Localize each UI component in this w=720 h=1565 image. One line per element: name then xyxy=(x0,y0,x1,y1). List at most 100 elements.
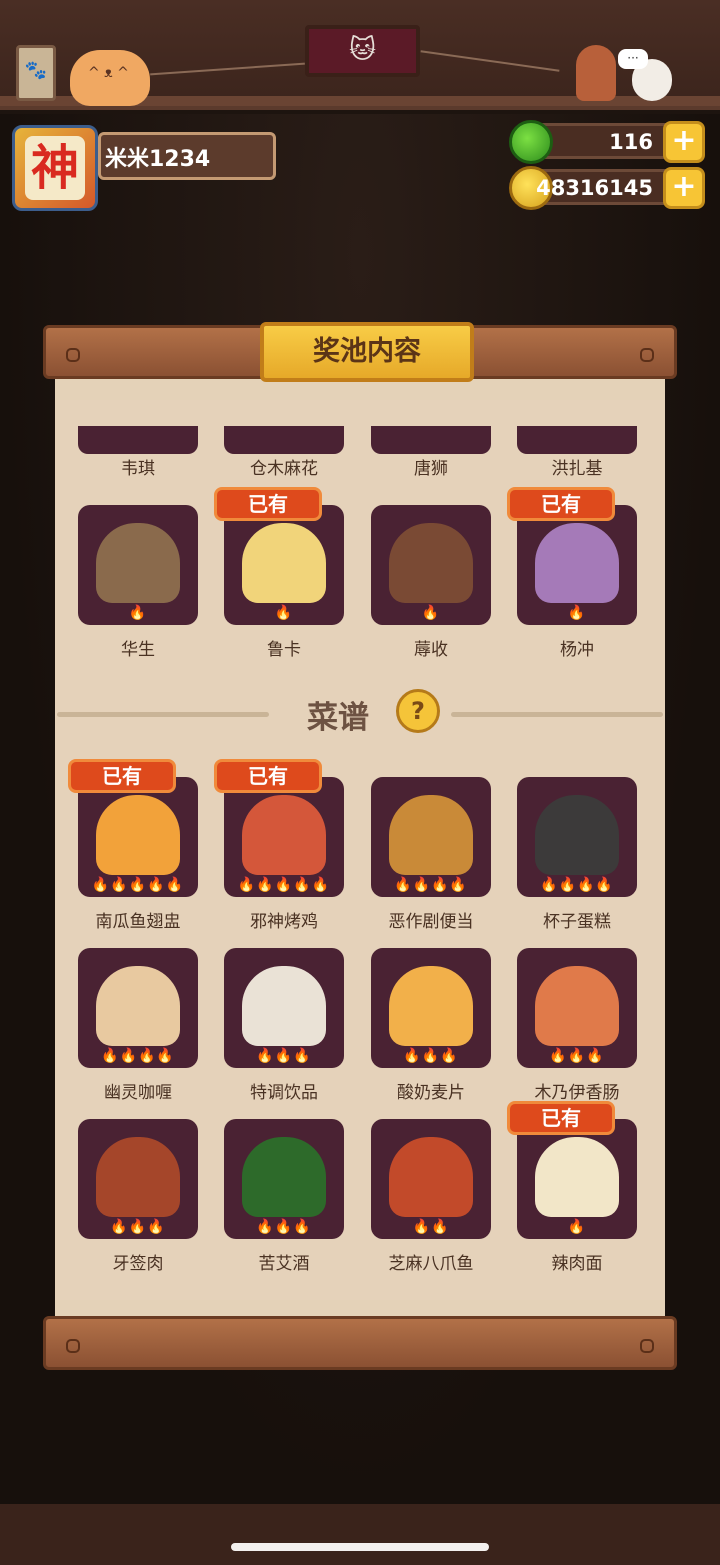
scroll-bottom-bar xyxy=(43,1316,677,1370)
character-art xyxy=(535,523,619,603)
partial-card[interactable] xyxy=(517,426,637,454)
partial-card-label: 仓木麻花 xyxy=(250,459,318,479)
npc-characters: ··· xyxy=(556,45,686,105)
recipe-art xyxy=(389,795,473,875)
gem-amount: 116 xyxy=(609,130,653,154)
recipe-card[interactable]: 🔥🔥🔥🔥 xyxy=(78,948,198,1068)
owned-badge: 已有 xyxy=(68,759,176,793)
player-name-box: 米米1234 xyxy=(98,132,276,180)
recipe-name: 酸奶麦片 xyxy=(397,1083,465,1103)
rarity-flames-icon: 🔥🔥🔥🔥🔥 xyxy=(91,877,185,893)
character-card[interactable]: 🔥 xyxy=(224,505,344,625)
character-name: 华生 xyxy=(121,640,155,660)
recipe-card[interactable]: 🔥🔥🔥🔥 xyxy=(517,777,637,897)
gem-counter: 116 + xyxy=(509,120,705,164)
orange-cat xyxy=(70,50,150,106)
partial-card-label: 韦琪 xyxy=(121,459,155,479)
partial-card-label: 唐狮 xyxy=(414,459,448,479)
character-card[interactable]: 🔥 xyxy=(371,505,491,625)
owned-badge: 已有 xyxy=(214,487,322,521)
owned-badge: 已有 xyxy=(507,487,615,521)
recipe-name: 牙签肉 xyxy=(112,1254,164,1274)
recipe-card[interactable]: 🔥🔥🔥 xyxy=(78,1119,198,1239)
recipe-name: 特调饮品 xyxy=(250,1083,318,1103)
rarity-flames-icon: 🔥 xyxy=(421,605,441,621)
cat-icon: 🐱 xyxy=(348,35,377,65)
recipe-name: 南瓜鱼翅盅 xyxy=(95,912,181,932)
add-coins-button[interactable]: + xyxy=(663,167,705,209)
recipe-card[interactable]: 🔥🔥🔥🔥🔥 xyxy=(78,777,198,897)
rarity-flames-icon: 🔥🔥🔥🔥🔥 xyxy=(237,877,331,893)
bottom-floor xyxy=(0,1504,720,1565)
divider-right xyxy=(451,712,663,717)
recipe-art xyxy=(96,795,180,875)
character-art xyxy=(389,523,473,603)
popup-title: 奖池内容 xyxy=(313,336,421,367)
recipe-art xyxy=(96,966,180,1046)
recipe-card[interactable]: 🔥🔥🔥 xyxy=(224,1119,344,1239)
character-name: 杨冲 xyxy=(560,640,594,660)
speech-bubble: ··· xyxy=(618,49,648,69)
partial-card[interactable] xyxy=(224,426,344,454)
recipe-art xyxy=(535,1137,619,1217)
owned-badge: 已有 xyxy=(214,759,322,793)
recipe-art xyxy=(389,1137,473,1217)
rarity-flames-icon: 🔥🔥🔥🔥 xyxy=(101,1048,175,1064)
help-icon[interactable]: ? xyxy=(396,689,440,733)
character-name: 鲁卡 xyxy=(267,640,301,660)
recipe-card[interactable]: 🔥🔥 xyxy=(371,1119,491,1239)
recipe-card[interactable]: 🔥🔥🔥🔥🔥 xyxy=(224,777,344,897)
recipe-card[interactable]: 🔥 xyxy=(517,1119,637,1239)
recipe-name: 杯子蛋糕 xyxy=(543,912,611,932)
character-card[interactable]: 🔥 xyxy=(78,505,198,625)
owned-badge: 已有 xyxy=(507,1101,615,1135)
partial-card[interactable] xyxy=(78,426,198,454)
recipe-art xyxy=(242,966,326,1046)
recipe-card[interactable]: 🔥🔥🔥 xyxy=(517,948,637,1068)
rarity-flames-icon: 🔥🔥🔥 xyxy=(403,1048,459,1064)
recipe-art xyxy=(389,966,473,1046)
recipe-art xyxy=(535,795,619,875)
recipe-card[interactable]: 🔥🔥🔥 xyxy=(371,948,491,1068)
recipe-art xyxy=(535,966,619,1046)
recipe-name: 芝麻八爪鱼 xyxy=(388,1254,474,1274)
rarity-flames-icon: 🔥🔥🔥🔥 xyxy=(540,877,614,893)
rarity-flames-icon: 🔥🔥🔥🔥 xyxy=(394,877,468,893)
recipes-title: 菜谱 xyxy=(307,700,369,736)
recipe-name: 邪神烤鸡 xyxy=(250,912,318,932)
player-avatar[interactable]: 神 xyxy=(12,125,98,211)
recipe-art xyxy=(96,1137,180,1217)
rarity-flames-icon: 🔥 xyxy=(128,605,148,621)
wall-sign: 🐾 xyxy=(16,45,56,101)
rarity-flames-icon: 🔥🔥 xyxy=(412,1219,450,1235)
title-badge: 奖池内容 xyxy=(260,322,474,382)
partial-card-label: 洪扎基 xyxy=(551,459,603,479)
character-name: 蓐收 xyxy=(414,640,448,660)
recipe-art xyxy=(242,1137,326,1217)
recipe-name: 幽灵咖喱 xyxy=(104,1083,172,1103)
hanging-frame: 🐱 xyxy=(305,25,420,77)
recipe-art xyxy=(242,795,326,875)
recipe-card[interactable]: 🔥🔥🔥 xyxy=(224,948,344,1068)
rarity-flames-icon: 🔥 xyxy=(567,1219,587,1235)
player-name: 米米1234 xyxy=(105,147,211,172)
character-card[interactable]: 🔥 xyxy=(517,505,637,625)
rarity-flames-icon: 🔥🔥🔥 xyxy=(256,1219,312,1235)
rarity-flames-icon: 🔥🔥🔥 xyxy=(256,1048,312,1064)
rarity-flames-icon: 🔥 xyxy=(567,605,587,621)
recipe-name: 木乃伊香肠 xyxy=(534,1083,620,1103)
coin-amount: 48316145 xyxy=(536,176,653,200)
home-indicator[interactable] xyxy=(231,1543,489,1551)
add-gems-button[interactable]: + xyxy=(663,121,705,163)
recipe-name: 辣肉面 xyxy=(551,1254,603,1274)
recipe-card[interactable]: 🔥🔥🔥🔥 xyxy=(371,777,491,897)
divider-left xyxy=(57,712,269,717)
jade-gem-icon xyxy=(509,120,553,164)
recipe-name: 恶作剧便当 xyxy=(388,912,474,932)
rarity-flames-icon: 🔥 xyxy=(274,605,294,621)
partial-card[interactable] xyxy=(371,426,491,454)
recipe-name: 苦艾酒 xyxy=(258,1254,310,1274)
character-art xyxy=(96,523,180,603)
paw-icon: 🐾 xyxy=(24,60,48,81)
rarity-flames-icon: 🔥🔥🔥 xyxy=(110,1219,166,1235)
